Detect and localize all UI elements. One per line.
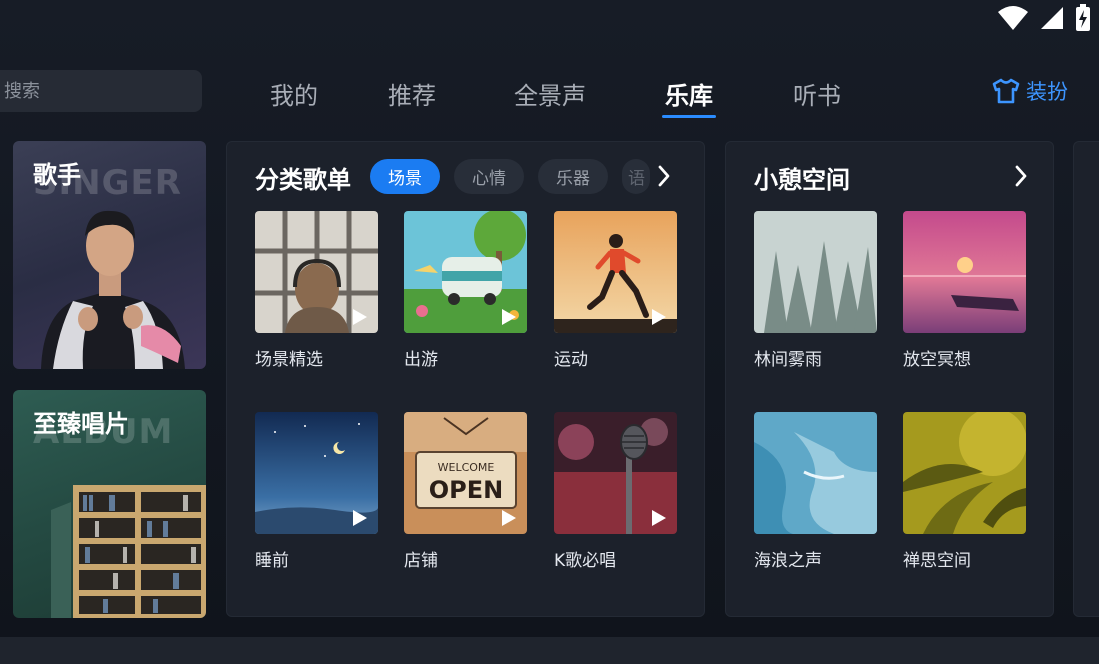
chip-label: 语 [628,169,645,189]
tab-label: 推荐 [388,82,436,110]
bottom-bar [0,637,1099,664]
playlist-tile-sports[interactable]: 运动 [554,211,677,370]
playlist-label: 运动 [554,350,588,370]
playlist-tile-scene-picks[interactable]: 场景精选 [255,211,378,370]
playlist-label: 放空冥想 [903,350,971,370]
singer-card[interactable]: SINGER 歌手 [13,141,206,369]
chip-label: 场景 [388,169,422,189]
cellular-signal-icon [1041,7,1063,29]
playlist-label: 出游 [404,350,438,370]
playlist-cover [903,412,1026,534]
tab-library[interactable]: 乐库 [624,70,754,122]
play-icon [652,510,666,526]
chip-label: 乐器 [556,169,590,189]
cover-welcome-text: WELCOME [438,461,495,474]
tab-label: 乐库 [665,82,713,110]
tshirt-icon [992,78,1020,104]
playlist-tile-ocean-waves[interactable]: 海浪之声 [754,412,877,571]
play-icon [353,510,367,526]
play-icon [353,309,367,325]
chip-instrument[interactable]: 乐器 [538,159,608,194]
playlist-cover [404,211,527,333]
playlist-tile-forest-rain[interactable]: 林间雾雨 [754,211,877,370]
playlist-tile-zen-space[interactable]: 禅思空间 [903,412,1026,571]
playlist-cover [754,412,877,534]
tab-recommend[interactable]: 推荐 [348,70,476,122]
chevron-right-icon[interactable] [1012,164,1030,188]
playlist-label: 林间雾雨 [754,350,822,370]
playlist-cover: WELCOME OPEN [404,412,527,534]
playlist-tile-outing[interactable]: 出游 [404,211,527,370]
tab-mine[interactable]: 我的 [240,70,348,122]
category-panel-title: 分类歌单 [255,166,351,194]
tab-label: 全景声 [514,82,586,110]
playlist-cover [554,211,677,333]
battery-charging-icon [1076,4,1090,31]
category-playlists-panel: 分类歌单 场景 心情 乐器 语 场景精选 出游 运动 睡前 WELCOME OP… [226,141,705,617]
next-panel-peek[interactable] [1073,141,1099,617]
tab-audiobooks[interactable]: 听书 [754,70,880,122]
chip-label: 心情 [472,169,506,189]
playlist-label: 睡前 [255,551,289,571]
top-tabs: 我的 推荐 全景声 乐库 听书 [240,70,880,122]
album-card[interactable]: ALBUM 至臻唱片 [13,390,206,618]
playlist-label: 禅思空间 [903,551,971,571]
dressup-button[interactable]: 装扮 [992,76,1068,106]
playlist-label: 店铺 [404,551,438,571]
relax-panel-title: 小憩空间 [754,166,850,194]
playlist-tile-meditation[interactable]: 放空冥想 [903,211,1026,370]
playlist-label: K歌必唱 [554,551,617,571]
playlist-cover [903,211,1026,333]
playlist-tile-bedtime[interactable]: 睡前 [255,412,378,571]
wifi-icon [998,6,1028,30]
singer-card-title: 歌手 [33,161,81,189]
relax-space-panel: 小憩空间 林间雾雨 放空冥想 海浪之声 禅思空间 [725,141,1054,617]
tab-label: 我的 [270,82,318,110]
play-icon [502,309,516,325]
playlist-cover [754,211,877,333]
chip-mood[interactable]: 心情 [454,159,524,194]
playlist-tile-karaoke[interactable]: K歌必唱 [554,412,677,571]
playlist-cover [255,412,378,534]
chevron-right-icon[interactable] [655,164,673,188]
playlist-label: 场景精选 [255,350,323,370]
dressup-label: 装扮 [1026,80,1068,104]
music-library-screen: 我的 推荐 全景声 乐库 听书 装扮 SINGER 歌手 [0,0,1099,664]
tab-spatial-audio[interactable]: 全景声 [476,70,624,122]
status-bar [997,4,1091,32]
tab-label: 听书 [793,82,841,110]
search-input[interactable] [4,80,184,102]
play-icon [502,510,516,526]
search-box[interactable] [0,70,202,112]
album-card-title: 至臻唱片 [33,410,129,438]
playlist-label: 海浪之声 [754,551,822,571]
chip-scene[interactable]: 场景 [370,159,440,194]
playlist-cover [255,211,378,333]
play-icon [652,309,666,325]
cover-open-text: OPEN [429,476,503,504]
chip-language[interactable]: 语 [622,159,650,194]
playlist-tile-store[interactable]: WELCOME OPEN 店铺 [404,412,527,571]
playlist-cover [554,412,677,534]
